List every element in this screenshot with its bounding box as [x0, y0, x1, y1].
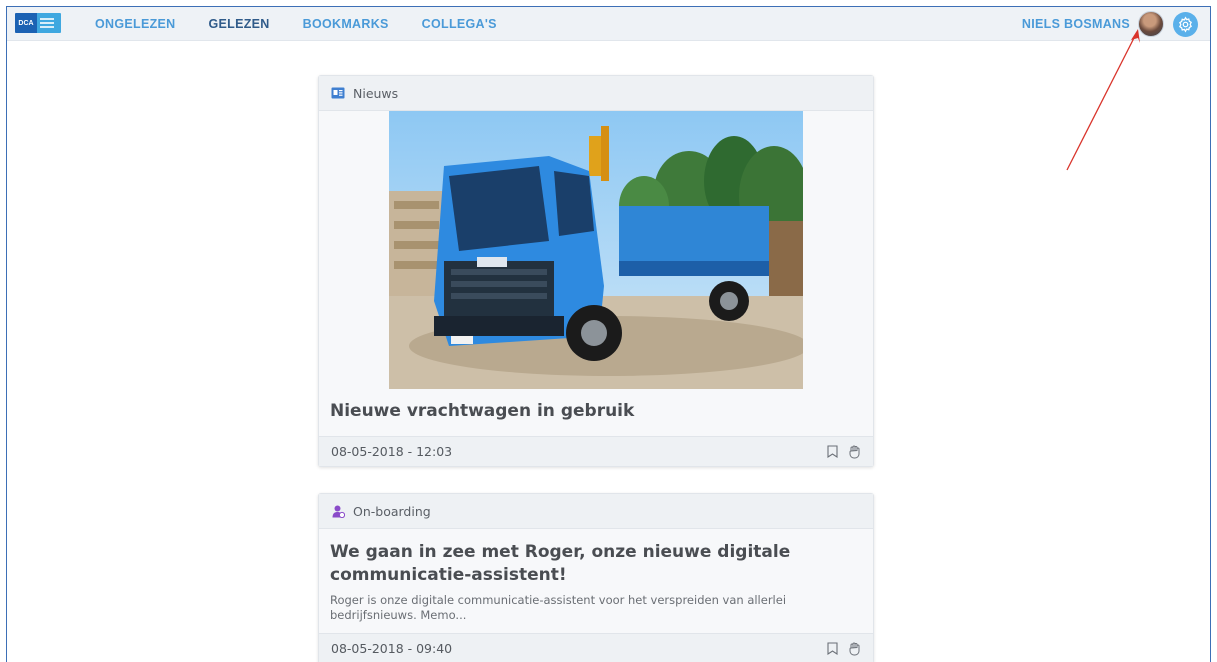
hand-icon[interactable]: [848, 445, 861, 459]
news-card[interactable]: Nieuws Nieuwe vrachtwagen in gebruik 08-…: [318, 75, 874, 467]
user-name[interactable]: NIELS BOSMANS: [1022, 17, 1130, 31]
card-title[interactable]: Nieuwe vrachtwagen in gebruik: [330, 389, 862, 436]
main-nav: ONGELEZEN GELEZEN BOOKMARKS COLLEGA'S: [95, 7, 530, 41]
company-logo[interactable]: DCA: [15, 13, 61, 33]
card-category-header: On-boarding: [319, 494, 873, 529]
card-title[interactable]: We gaan in zee met Roger, onze nieuwe di…: [330, 541, 800, 587]
card-description: Roger is onze digitale communicatie-assi…: [330, 593, 787, 622]
user-area: NIELS BOSMANS: [1022, 7, 1198, 41]
card-timestamp: 08-05-2018 - 12:03: [331, 444, 453, 459]
card-footer: 08-05-2018 - 12:03: [319, 436, 873, 466]
card-footer: 08-05-2018 - 09:40: [319, 633, 873, 662]
card-category: Nieuws: [353, 85, 399, 101]
logo-mark: DCA: [15, 13, 37, 33]
onboarding-card[interactable]: On-boarding We gaan in zee met Roger, on…: [318, 493, 874, 662]
top-navigation-bar: DCA ONGELEZEN GELEZEN BOOKMARKS COLLEGA'…: [7, 7, 1210, 41]
bookmark-icon[interactable]: [827, 445, 838, 458]
logo-wordmark: [37, 13, 61, 33]
gear-icon: [1179, 15, 1192, 33]
user-avatar[interactable]: [1138, 11, 1164, 37]
user-icon: [331, 504, 345, 518]
newspaper-icon: [331, 86, 345, 100]
card-category: On-boarding: [353, 503, 431, 519]
nav-tab-bookmarks[interactable]: BOOKMARKS: [303, 17, 389, 31]
hand-icon[interactable]: [848, 642, 861, 656]
card-body: Nieuwe vrachtwagen in gebruik: [319, 111, 873, 436]
bookmark-icon[interactable]: [827, 642, 838, 655]
card-category-header: Nieuws: [319, 76, 873, 111]
nav-tab-gelezen[interactable]: GELEZEN: [208, 17, 269, 31]
card-timestamp: 08-05-2018 - 09:40: [331, 641, 453, 656]
card-body: We gaan in zee met Roger, onze nieuwe di…: [319, 529, 873, 633]
app-window: DCA ONGELEZEN GELEZEN BOOKMARKS COLLEGA'…: [6, 6, 1211, 662]
truck-photo[interactable]: [389, 111, 803, 389]
settings-button[interactable]: [1173, 11, 1198, 37]
card-actions: [827, 642, 861, 656]
nav-tab-ongelezen[interactable]: ONGELEZEN: [95, 17, 175, 31]
nav-tab-collegas[interactable]: COLLEGA'S: [422, 17, 497, 31]
card-actions: [827, 445, 861, 459]
